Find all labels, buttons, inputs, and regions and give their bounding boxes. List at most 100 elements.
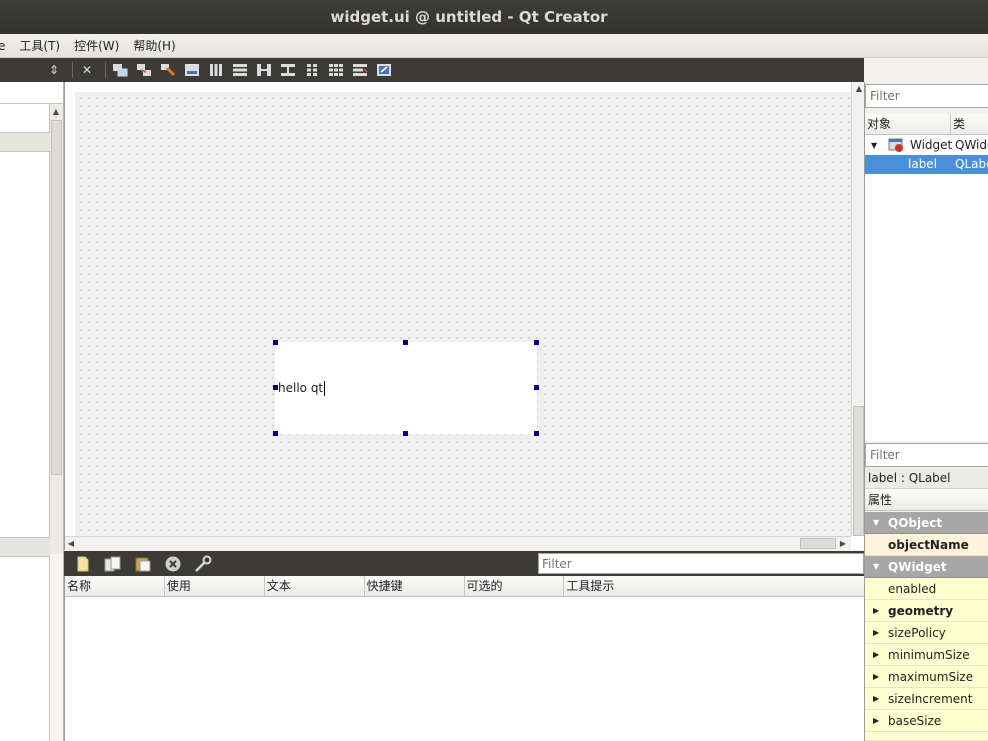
column-header-class[interactable]: 类 [951, 114, 965, 134]
column-header-checkable[interactable]: 可选的 [465, 576, 565, 596]
widget-box-category-header[interactable] [0, 537, 50, 557]
new-action-icon[interactable] [72, 555, 94, 573]
object-inspector-header: 对象 类 [865, 114, 988, 135]
form-editor-area: hello qt ▲ ◀ ▶ [64, 82, 865, 550]
widget-box-scrollbar[interactable]: ▲ [50, 104, 63, 554]
property-group-qwidget[interactable]: ▼ QWidget [865, 556, 988, 578]
paste-action-icon[interactable] [132, 555, 154, 573]
collapse-arrow-icon[interactable]: ▼ [873, 512, 879, 534]
expand-arrow-icon[interactable]: ▼ [871, 136, 877, 155]
widget-box-category-header[interactable] [0, 132, 50, 152]
edit-signals-icon[interactable] [134, 61, 154, 79]
column-header-tooltip[interactable]: 工具提示 [564, 576, 864, 596]
property-name: minimumSize [888, 648, 970, 662]
window-title: widget.ui @ untitled - Qt Creator [330, 8, 608, 26]
expand-arrow-icon[interactable]: ▶ [873, 600, 879, 622]
scrollbar-thumb[interactable] [800, 538, 836, 549]
property-row-minimumsize[interactable]: ▶ minimumSize [865, 644, 988, 666]
property-row-basesize[interactable]: ▶ baseSize [865, 710, 988, 732]
canvas-horizontal-scrollbar[interactable]: ◀ ▶ [65, 536, 851, 550]
resize-handle[interactable] [273, 385, 278, 390]
scrollbar-thumb[interactable] [51, 120, 62, 475]
scroll-right-icon[interactable]: ▶ [837, 538, 849, 550]
right-dock-panel: 对象 类 ▼ Widget QWidg label QLabe label : … [864, 82, 988, 741]
expand-arrow-icon[interactable]: ▶ [873, 688, 879, 710]
property-column-header[interactable]: 属性 [865, 489, 988, 511]
column-header-shortcut[interactable]: 快捷键 [365, 576, 465, 596]
tree-object-name: Widget [910, 138, 953, 152]
column-header-text[interactable]: 文本 [265, 576, 365, 596]
property-row-geometry[interactable]: ▶ geometry [865, 600, 988, 622]
adjust-size-icon[interactable] [374, 61, 394, 79]
edit-widgets-icon[interactable] [110, 61, 130, 79]
tree-class-name: QLabe [955, 157, 988, 171]
scroll-up-icon[interactable]: ▲ [50, 106, 62, 118]
property-name: geometry [888, 604, 954, 618]
break-layout-icon[interactable] [350, 61, 370, 79]
layout-vertical-icon[interactable] [230, 61, 250, 79]
widget-box-list[interactable] [0, 104, 50, 741]
expand-arrow-icon[interactable]: ▶ [873, 622, 879, 644]
property-name: QObject [888, 516, 943, 530]
column-header-object[interactable]: 对象 [865, 114, 951, 134]
menu-item-edit[interactable]: e [0, 39, 12, 53]
layout-form-icon[interactable] [302, 61, 322, 79]
property-row-objectname[interactable]: objectName [865, 534, 988, 556]
tree-class-name: QWidg [955, 138, 988, 152]
menu-item-tools[interactable]: 工具(T) [12, 37, 67, 54]
window-title-bar[interactable]: widget.ui @ untitled - Qt Creator [0, 0, 988, 34]
resize-handle[interactable] [403, 340, 408, 345]
resize-handle[interactable] [534, 431, 539, 436]
expand-arrow-icon[interactable]: ▶ [873, 666, 879, 688]
property-row-partial[interactable] [865, 732, 988, 741]
column-header-used[interactable]: 使用 [165, 576, 265, 596]
combo-arrows-icon[interactable]: ⇕ [44, 61, 64, 79]
layout-h-splitter-icon[interactable] [254, 61, 274, 79]
action-filter-input[interactable] [538, 553, 864, 574]
resize-handle[interactable] [403, 431, 408, 436]
layout-horizontal-icon[interactable] [206, 61, 226, 79]
close-icon[interactable]: ✕ [77, 61, 97, 79]
scroll-left-icon[interactable]: ◀ [65, 538, 77, 550]
menu-item-widgets[interactable]: 控件(W) [67, 37, 126, 54]
configure-action-icon[interactable] [192, 555, 214, 573]
collapse-arrow-icon[interactable]: ▼ [873, 556, 879, 578]
menu-item-help[interactable]: 帮助(H) [126, 37, 182, 54]
expand-arrow-icon[interactable]: ▶ [873, 710, 879, 732]
tree-row-widget[interactable]: ▼ Widget QWidg [865, 136, 988, 155]
property-name: maximumSize [888, 670, 974, 684]
delete-action-icon[interactable] [162, 555, 184, 573]
canvas-vertical-scrollbar[interactable]: ▲ [851, 82, 865, 536]
resize-handle[interactable] [273, 431, 278, 436]
property-row-sizepolicy[interactable]: ▶ sizePolicy [865, 622, 988, 644]
edit-tab-order-icon[interactable] [182, 61, 202, 79]
resize-handle[interactable] [273, 340, 278, 345]
action-editor-table[interactable]: 名称 使用 文本 快捷键 可选的 工具提示 [64, 576, 864, 741]
property-name: objectName [888, 538, 969, 552]
copy-action-icon[interactable] [102, 555, 124, 573]
label-widget[interactable]: hello qt [273, 340, 539, 436]
property-group-qobject[interactable]: ▼ QObject [865, 512, 988, 534]
toolbar-separator [105, 62, 106, 78]
tree-object-name: label [908, 157, 938, 171]
resize-handle[interactable] [534, 340, 539, 345]
column-header-name[interactable]: 名称 [65, 576, 165, 596]
property-filter-input[interactable] [865, 443, 988, 467]
property-name: QWidget [888, 560, 947, 574]
tree-row-label[interactable]: label QLabe [865, 155, 988, 174]
property-row-maximumsize[interactable]: ▶ maximumSize [865, 666, 988, 688]
widget-box-filter[interactable] [0, 82, 63, 104]
object-filter-input[interactable] [865, 84, 988, 108]
resize-handle[interactable] [534, 385, 539, 390]
label-text: hello qt [278, 381, 324, 395]
widget-form-icon [888, 137, 904, 155]
object-inspector-tree[interactable]: ▼ Widget QWidg label QLabe [865, 135, 988, 441]
scrollbar-thumb[interactable] [853, 406, 864, 536]
property-row-sizeincrement[interactable]: ▶ sizeIncrement [865, 688, 988, 710]
layout-v-splitter-icon[interactable] [278, 61, 298, 79]
form-canvas[interactable]: hello qt [75, 92, 851, 538]
layout-grid-icon[interactable] [326, 61, 346, 79]
property-row-enabled[interactable]: enabled [865, 578, 988, 600]
edit-buddies-icon[interactable] [158, 61, 178, 79]
expand-arrow-icon[interactable]: ▶ [873, 644, 879, 666]
